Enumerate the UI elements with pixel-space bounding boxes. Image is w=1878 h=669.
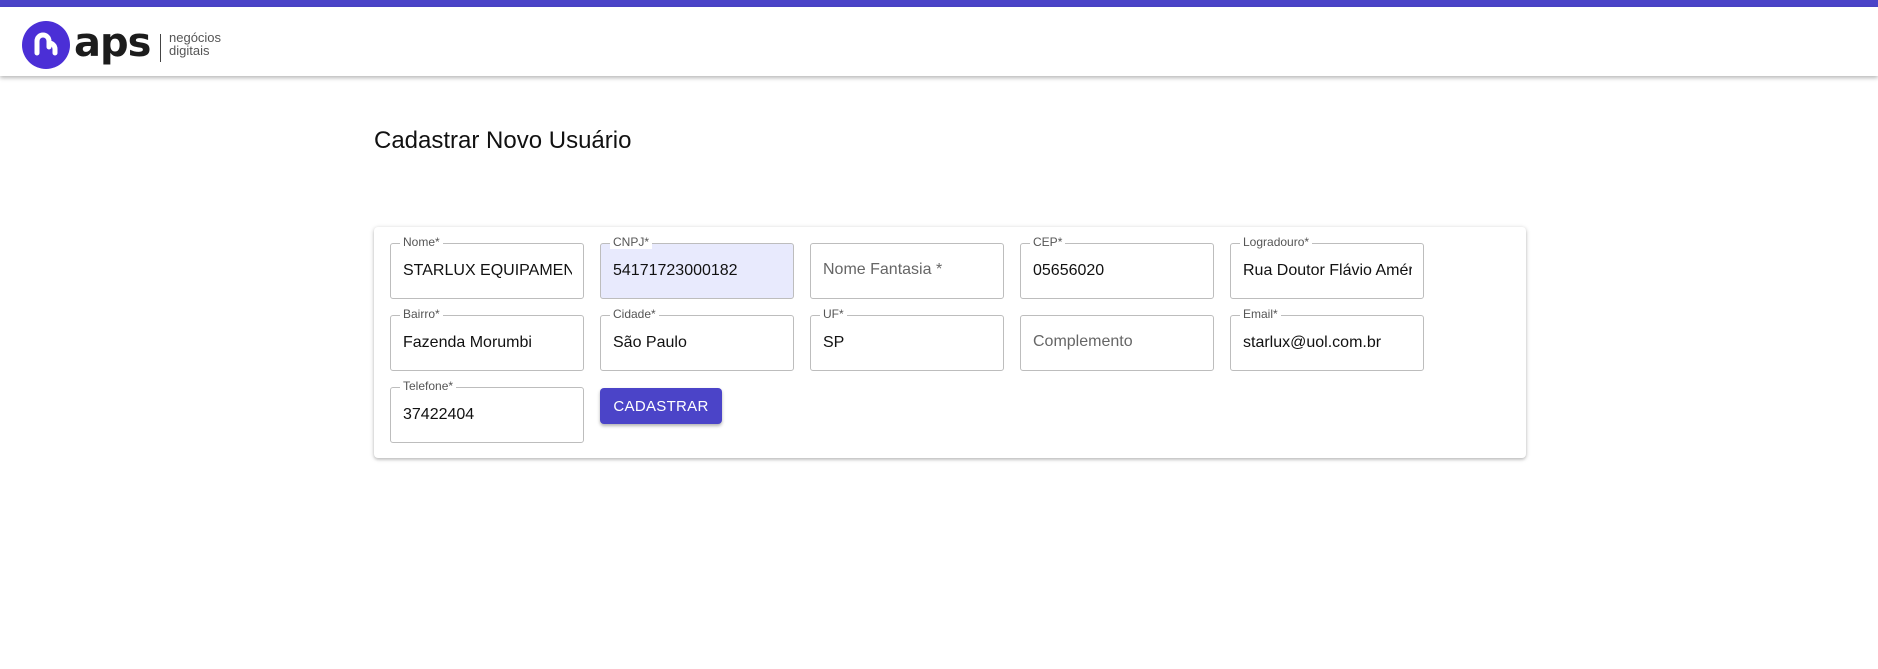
- logradouro-input[interactable]: Rua Doutor Flávio Américo: [1243, 261, 1412, 281]
- telefone-field[interactable]: Telefone* 37422404: [390, 380, 584, 443]
- registration-form-card: Nome* STARLUX EQUIPAMENTOS CNPJ* 5417172…: [374, 227, 1526, 458]
- aps-logo-icon: [22, 21, 70, 69]
- cidade-label: Cidade*: [610, 308, 659, 321]
- logo-divider: [160, 34, 161, 62]
- page-title: Cadastrar Novo Usuário: [374, 127, 632, 154]
- uf-label: UF*: [820, 308, 847, 321]
- cnpj-field[interactable]: CNPJ* 54171723000182: [600, 236, 794, 299]
- cep-input[interactable]: 05656020: [1033, 261, 1202, 281]
- brand-subtitle: negócios digitais: [169, 31, 221, 57]
- email-label: Email*: [1240, 308, 1281, 321]
- logradouro-label: Logradouro*: [1240, 236, 1313, 249]
- email-field[interactable]: Email* starlux@uol.com.br: [1230, 308, 1424, 371]
- nome-field[interactable]: Nome* STARLUX EQUIPAMENTOS: [390, 236, 584, 299]
- nome-input[interactable]: STARLUX EQUIPAMENTOS: [403, 261, 572, 281]
- uf-input[interactable]: SP: [823, 333, 992, 353]
- cidade-input[interactable]: São Paulo: [613, 333, 782, 353]
- cnpj-input[interactable]: 54171723000182: [613, 261, 782, 281]
- complemento-field[interactable]: Complemento: [1020, 315, 1214, 371]
- cadastrar-button[interactable]: CADASTRAR: [600, 388, 722, 424]
- cnpj-label: CNPJ*: [610, 236, 653, 249]
- logradouro-field[interactable]: Logradouro* Rua Doutor Flávio Américo: [1230, 236, 1424, 299]
- uf-field[interactable]: UF* SP: [810, 308, 1004, 371]
- cep-field[interactable]: CEP* 05656020: [1020, 236, 1214, 299]
- nome-fantasia-field[interactable]: Nome Fantasia *: [810, 243, 1004, 299]
- telefone-label: Telefone*: [400, 380, 457, 393]
- app-header: aps negócios digitais: [0, 7, 1878, 76]
- email-input[interactable]: starlux@uol.com.br: [1243, 333, 1412, 353]
- complemento-placeholder[interactable]: Complemento: [1033, 332, 1204, 352]
- bairro-input[interactable]: Fazenda Morumbi: [403, 333, 572, 353]
- cep-label: CEP*: [1030, 236, 1066, 249]
- nome-fantasia-placeholder[interactable]: Nome Fantasia *: [823, 260, 994, 280]
- telefone-input[interactable]: 37422404: [403, 405, 572, 425]
- bairro-label: Bairro*: [400, 308, 443, 321]
- brand-subtitle-line2: digitais: [169, 43, 210, 58]
- brand-name: aps: [74, 20, 151, 66]
- nome-label: Nome*: [400, 236, 443, 249]
- bairro-field[interactable]: Bairro* Fazenda Morumbi: [390, 308, 584, 371]
- cidade-field[interactable]: Cidade* São Paulo: [600, 308, 794, 371]
- top-accent-bar: [0, 0, 1878, 7]
